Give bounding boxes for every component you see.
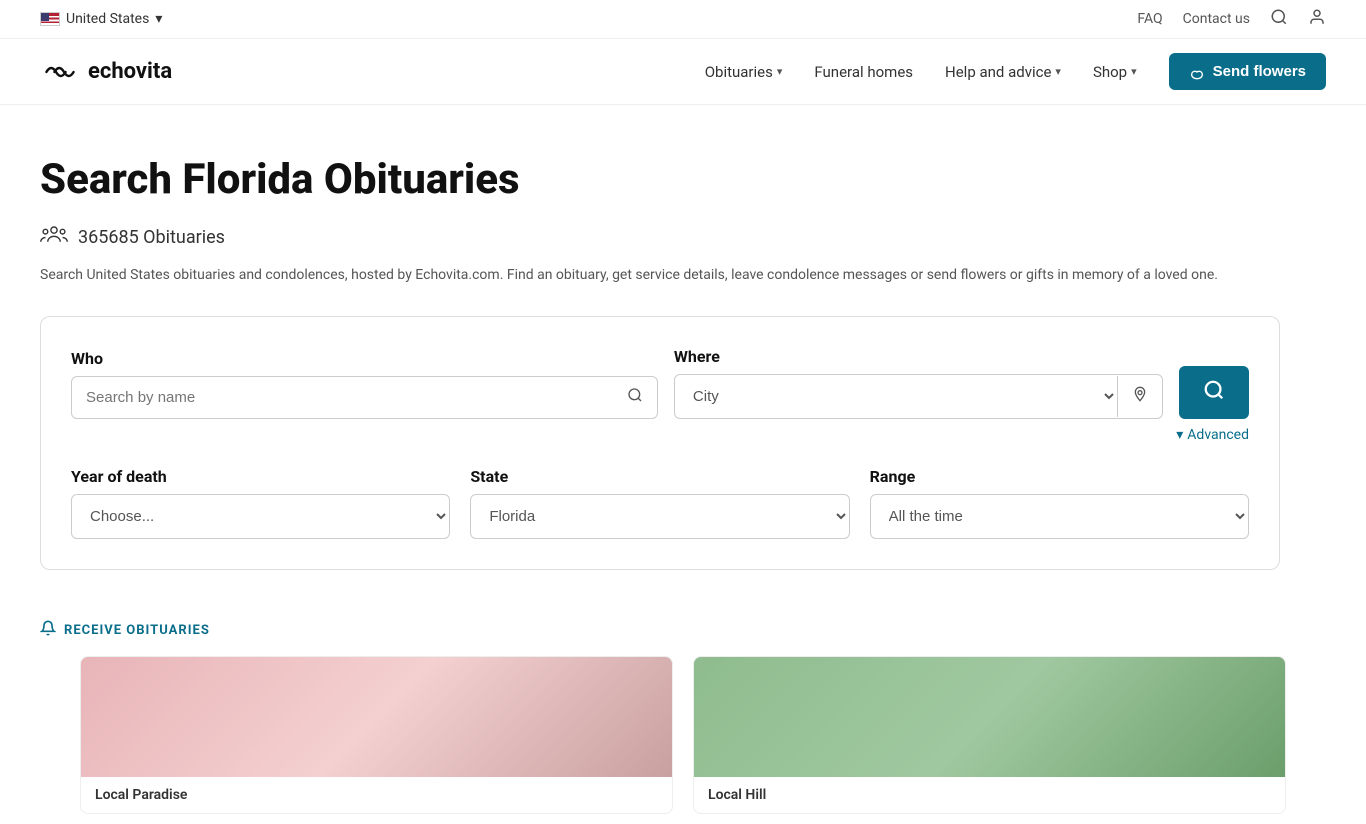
country-label: United States [66, 11, 149, 27]
chevron-down-icon: ▾ [777, 65, 783, 78]
bell-icon [40, 620, 56, 640]
country-selector[interactable]: United States ▾ [40, 11, 162, 27]
range-label: Range [870, 467, 1249, 486]
search-icon[interactable] [1270, 8, 1288, 30]
city-select-wrapper: City [674, 374, 1163, 419]
search-submit-button[interactable] [1179, 366, 1249, 419]
country-chevron: ▾ [155, 11, 162, 27]
state-field: State Florida Alabama Georgia [470, 467, 849, 539]
card-0[interactable]: Local Paradise [80, 656, 673, 814]
obit-count-text: 365685 Obituaries [78, 227, 225, 248]
who-label: Who [71, 349, 658, 368]
nav-help-label: Help and advice [945, 63, 1051, 81]
who-field: Who [71, 349, 658, 419]
state-label: State [470, 467, 849, 486]
page-title: Search Florida Obituaries [40, 155, 1326, 204]
nav-funeral-label: Funeral homes [814, 63, 913, 81]
faq-link[interactable]: FAQ [1137, 11, 1162, 27]
where-field: Where City [674, 347, 1163, 419]
card-title-0: Local Paradise [81, 777, 672, 813]
logo-text: echovita [88, 59, 172, 84]
flag-icon [40, 12, 60, 26]
year-select[interactable]: Choose... 2024 2023 2022 2021 2020 [71, 494, 450, 539]
nav-obituaries-label: Obituaries [705, 63, 773, 81]
card-1[interactable]: Local Hill [693, 656, 1286, 814]
card-image-1 [694, 657, 1285, 777]
send-flowers-button[interactable]: Send flowers [1169, 53, 1326, 90]
where-label: Where [674, 347, 1163, 366]
description-text: Search United States obituaries and cond… [40, 264, 1280, 286]
nav-shop[interactable]: Shop ▾ [1093, 63, 1137, 81]
nav-shop-label: Shop [1093, 63, 1127, 81]
main-content: Search Florida Obituaries 365685 Obituar… [0, 105, 1366, 600]
advanced-filters: Year of death Choose... 2024 2023 2022 2… [71, 467, 1249, 539]
year-of-death-field: Year of death Choose... 2024 2023 2022 2… [71, 467, 450, 539]
name-search-icon[interactable] [613, 377, 657, 418]
send-flowers-label: Send flowers [1213, 63, 1306, 80]
advanced-row: ▾ Advanced [71, 427, 1249, 443]
chevron-icon: ▾ [1176, 427, 1183, 443]
advanced-label: Advanced [1187, 427, 1249, 443]
chevron-down-icon-3: ▾ [1131, 65, 1137, 78]
search-name-input[interactable] [72, 377, 613, 418]
card-image-0 [81, 657, 672, 777]
range-field: Range All the time Last week Last month … [870, 467, 1249, 539]
year-label: Year of death [71, 467, 450, 486]
advanced-toggle[interactable]: ▾ Advanced [1176, 427, 1249, 443]
receive-title-row: RECEIVE OBITUARIES [40, 620, 1326, 640]
logo[interactable]: echovita [40, 59, 172, 84]
topbar: United States ▾ FAQ Contact us [0, 0, 1366, 39]
topbar-right: FAQ Contact us [1137, 8, 1326, 30]
cards-row: Local Paradise Local Hill [40, 656, 1326, 814]
receive-section: RECEIVE OBITUARIES Local Paradise Local … [0, 600, 1366, 824]
state-select[interactable]: Florida Alabama Georgia [470, 494, 849, 539]
people-icon [40, 224, 68, 250]
nav-links: Obituaries ▾ Funeral homes Help and advi… [705, 53, 1326, 90]
navbar: echovita Obituaries ▾ Funeral homes Help… [0, 39, 1366, 105]
nav-obituaries[interactable]: Obituaries ▾ [705, 63, 783, 81]
city-select[interactable]: City [675, 375, 1117, 418]
receive-title-text: RECEIVE OBITUARIES [64, 623, 210, 638]
chevron-down-icon-2: ▾ [1055, 65, 1061, 78]
nav-funeral-homes[interactable]: Funeral homes [814, 63, 913, 81]
search-box: Who Where City [40, 316, 1280, 570]
search-row: Who Where City [71, 347, 1249, 419]
name-input-wrapper [71, 376, 658, 419]
obit-count-row: 365685 Obituaries [40, 224, 1326, 250]
nav-help[interactable]: Help and advice ▾ [945, 63, 1061, 81]
range-select[interactable]: All the time Last week Last month Last 3… [870, 494, 1249, 539]
account-icon[interactable] [1308, 8, 1326, 30]
contact-link[interactable]: Contact us [1183, 11, 1250, 27]
location-icon[interactable] [1117, 376, 1162, 417]
card-title-1: Local Hill [694, 777, 1285, 813]
